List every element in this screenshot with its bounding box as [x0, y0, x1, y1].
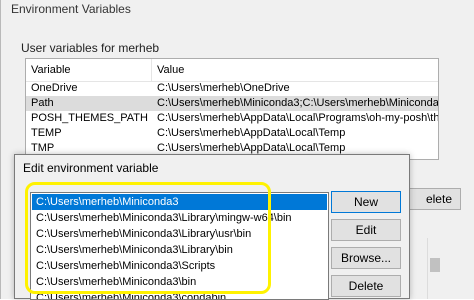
edit-button[interactable]: Edit — [331, 219, 401, 241]
user-variables-list[interactable]: Variable Value OneDrive C:\Users\merheb\… — [25, 58, 439, 160]
column-divider[interactable] — [151, 59, 152, 81]
variable-value: C:\Users\merheb\AppData\Local\Temp — [157, 127, 346, 139]
browse-button[interactable]: Browse... — [331, 247, 401, 269]
variable-row-onedrive[interactable]: OneDrive C:\Users\merheb\OneDrive — [26, 81, 438, 96]
system-variables-scrollbar[interactable] — [427, 238, 442, 299]
user-variables-label: User variables for merheb — [21, 41, 160, 55]
variable-row-temp[interactable]: TEMP C:\Users\merheb\AppData\Local\Temp — [26, 126, 438, 141]
new-button[interactable]: New — [331, 191, 401, 213]
dialog-title: Edit environment variable — [23, 161, 159, 175]
variable-name: Path — [31, 97, 54, 109]
scrollbar-thumb[interactable] — [430, 258, 440, 272]
variable-name: OneDrive — [31, 82, 78, 94]
variable-row-posh-themes-path[interactable]: POSH_THEMES_PATH C:\Users\merheb\AppData… — [26, 111, 438, 126]
column-header-value[interactable]: Value — [157, 64, 184, 76]
variable-value: C:\Users\merheb\OneDrive — [157, 82, 290, 94]
variable-value: C:\Users\merheb\AppData\Local\Programs\o… — [157, 112, 439, 124]
window-title: Environment Variables — [11, 2, 131, 16]
variable-value: C:\Users\merheb\Miniconda3;C:\Users\merh… — [157, 97, 439, 109]
variable-value: C:\Users\merheb\AppData\Local\Temp — [157, 142, 346, 154]
list-header: Variable Value — [26, 59, 438, 82]
delete-button[interactable]: Delete — [331, 275, 401, 297]
variable-row-path[interactable]: Path C:\Users\merheb\Miniconda3;C:\Users… — [26, 96, 438, 111]
yellow-highlight-annotation — [25, 182, 271, 294]
variable-name: POSH_THEMES_PATH — [31, 112, 148, 124]
variable-name: TEMP — [31, 127, 62, 139]
variable-name: TMP — [31, 142, 55, 154]
column-header-variable[interactable]: Variable — [31, 64, 71, 76]
